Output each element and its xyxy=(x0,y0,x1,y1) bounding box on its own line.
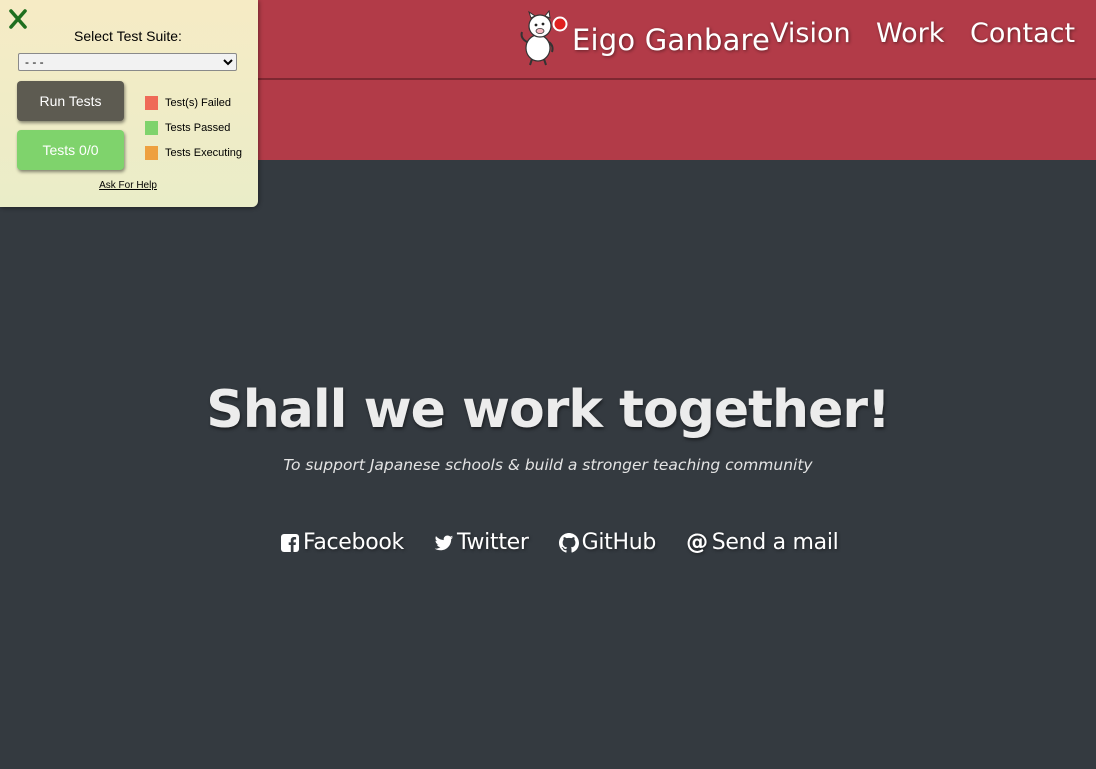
nav-link-contact[interactable]: Contact xyxy=(970,18,1080,49)
github-icon xyxy=(558,532,579,553)
legend-item-failed: Test(s) Failed xyxy=(145,90,242,115)
legend-item-passed: Tests Passed xyxy=(145,115,242,140)
twitter-label: Twitter xyxy=(456,530,529,555)
legend-item-executing: Tests Executing xyxy=(145,140,242,165)
send-mail-link[interactable]: @ Send a mail xyxy=(686,529,839,555)
test-legend: Test(s) Failed Tests Passed Tests Execut… xyxy=(145,90,242,165)
send-mail-label: Send a mail xyxy=(711,530,839,555)
facebook-link[interactable]: Facebook xyxy=(280,530,404,555)
github-label: GitHub xyxy=(581,530,657,555)
nav-links: Vision Work Contact xyxy=(770,18,1080,49)
test-panel: Select Test Suite: - - - Run Tests Tests… xyxy=(0,0,258,207)
passed-swatch xyxy=(145,120,158,135)
failed-swatch xyxy=(145,95,158,110)
suite-label: Select Test Suite: xyxy=(74,28,182,44)
twitter-icon xyxy=(434,533,454,553)
nav-link-work[interactable]: Work xyxy=(876,18,970,49)
nav-link-vision[interactable]: Vision xyxy=(770,18,876,49)
social-links: Facebook Twitter GitHub @ Send a mail xyxy=(280,529,839,555)
run-tests-button[interactable]: Run Tests xyxy=(17,81,124,121)
brand-link[interactable]: Eigo Ganbare xyxy=(518,8,770,68)
test-suite-select[interactable]: - - - xyxy=(18,53,237,71)
page-subtitle: To support Japanese schools & build a st… xyxy=(283,456,813,474)
legend-label: Tests Passed xyxy=(165,121,231,134)
facebook-icon xyxy=(280,533,300,553)
ask-for-help-link[interactable]: Ask For Help xyxy=(0,180,256,191)
brand-name: Eigo Ganbare xyxy=(572,23,771,57)
legend-label: Test(s) Failed xyxy=(165,96,232,109)
tests-count-button[interactable]: Tests 0/0 xyxy=(17,130,124,170)
close-icon[interactable] xyxy=(8,8,28,30)
facebook-label: Facebook xyxy=(303,530,404,555)
page-title: Shall we work together! xyxy=(206,380,890,440)
twitter-link[interactable]: Twitter xyxy=(434,530,529,555)
at-icon: @ xyxy=(686,529,708,555)
mascot-logo-icon xyxy=(518,9,570,66)
legend-label: Tests Executing xyxy=(165,146,243,159)
github-link[interactable]: GitHub xyxy=(558,530,657,555)
executing-swatch xyxy=(145,145,158,160)
